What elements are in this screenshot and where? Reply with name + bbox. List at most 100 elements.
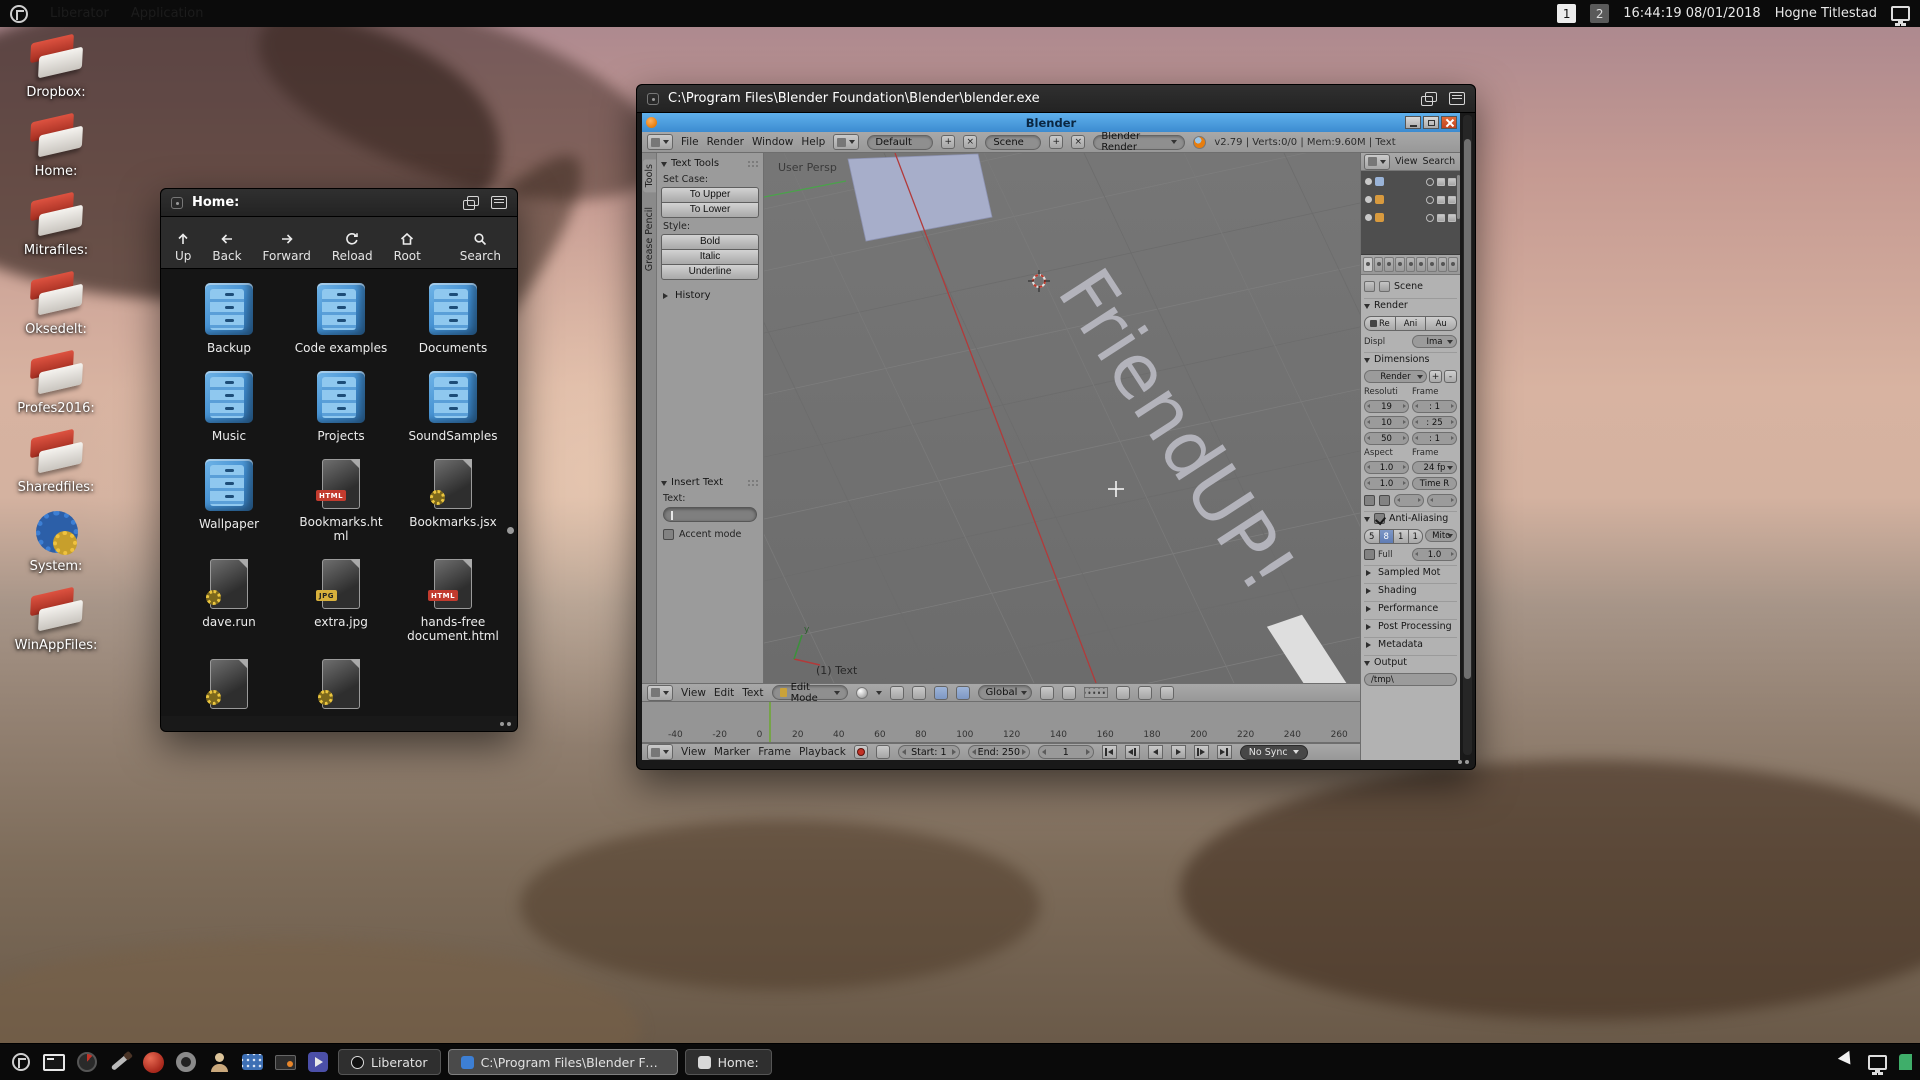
desktop-icon-mitrafiles[interactable]: Mitrafiles: xyxy=(8,194,104,258)
visibility-eye-icon[interactable] xyxy=(1426,196,1434,204)
shade-icon[interactable] xyxy=(491,196,507,209)
frame-start-field[interactable]: Start:1 xyxy=(898,745,960,759)
aa-samples-5-button[interactable]: 5 xyxy=(1364,529,1380,544)
full-sample-checkbox[interactable] xyxy=(1364,549,1375,560)
tab-material-icon[interactable] xyxy=(1427,257,1437,272)
list-item[interactable]: Code examples xyxy=(285,283,397,355)
list-item[interactable]: SoundSamples xyxy=(397,371,509,443)
menu-application[interactable]: Application xyxy=(131,6,204,21)
border-checkbox[interactable] xyxy=(1364,495,1375,506)
renderable-icon[interactable] xyxy=(1448,178,1456,186)
root-button[interactable]: Root xyxy=(394,231,421,263)
tab-tools[interactable]: Tools xyxy=(643,159,656,192)
back-button[interactable]: Back xyxy=(212,231,241,263)
menu-render[interactable]: Render xyxy=(707,136,744,148)
list-item[interactable]: dave.run xyxy=(173,559,285,643)
desktop-icon-profes2016[interactable]: Profes2016: xyxy=(8,352,104,416)
tab-scene-icon[interactable] xyxy=(1374,257,1384,272)
workspace-1-button[interactable]: 1 xyxy=(1557,4,1576,23)
menu-playback[interactable]: Playback xyxy=(799,746,846,758)
resolution-pct-field[interactable]: 50 xyxy=(1364,432,1409,445)
restore-icon[interactable] xyxy=(1421,92,1437,106)
visibility-eye-icon[interactable] xyxy=(1426,214,1434,222)
remove-preset-button[interactable]: - xyxy=(1444,370,1457,383)
insert-text-panel-header[interactable]: Insert Text xyxy=(661,475,759,490)
viewport-shading-icon[interactable] xyxy=(856,687,868,699)
red-app-icon[interactable] xyxy=(140,1049,166,1075)
workspace-2-button[interactable]: 2 xyxy=(1590,4,1609,23)
outliner-tree[interactable] xyxy=(1361,171,1460,255)
list-item[interactable]: Music xyxy=(173,371,285,443)
history-panel-header[interactable]: History xyxy=(661,288,759,303)
tab-world-icon[interactable] xyxy=(1384,257,1394,272)
file-manager-titlebar[interactable]: Home: xyxy=(161,189,517,217)
wine-titlebar[interactable]: Blender xyxy=(642,113,1460,132)
paint-brush-icon[interactable] xyxy=(107,1049,133,1075)
menu-marker[interactable]: Marker xyxy=(714,746,750,758)
window-scrollbar[interactable] xyxy=(1463,115,1472,755)
pointer-icon[interactable] xyxy=(1838,1050,1860,1074)
pivot-align-icon[interactable] xyxy=(912,686,926,700)
contacts-icon[interactable] xyxy=(206,1049,232,1075)
jump-end-button[interactable] xyxy=(1217,745,1232,759)
prev-keyframe-button[interactable] xyxy=(1125,745,1140,759)
panel-grip-icon[interactable] xyxy=(747,479,759,487)
render-preview-icon[interactable] xyxy=(1138,686,1152,700)
forward-button[interactable]: Forward xyxy=(263,231,311,263)
output-path-field[interactable]: /tmp\ xyxy=(1364,673,1457,686)
tab-render-icon[interactable] xyxy=(1363,257,1373,272)
visibility-eye-icon[interactable] xyxy=(1426,178,1434,186)
aspect-x-field[interactable]: 1.0 xyxy=(1364,461,1409,474)
add-scene-button[interactable]: + xyxy=(1049,135,1063,149)
task-blender[interactable]: C:\Program Files\Blender Founda... xyxy=(448,1049,678,1075)
scrollbar-thumb[interactable] xyxy=(1464,139,1471,679)
minimize-button[interactable] xyxy=(1405,116,1421,129)
clock-app-icon[interactable] xyxy=(74,1049,100,1075)
search-button[interactable]: Search xyxy=(460,231,501,263)
tab-data-icon[interactable] xyxy=(1416,257,1426,272)
aa-filter-dropdown[interactable]: Mitc xyxy=(1425,529,1457,542)
list-item[interactable]: Wallpaper xyxy=(173,459,285,543)
menu-window[interactable]: Window xyxy=(752,136,793,148)
close-button[interactable] xyxy=(1441,116,1457,129)
frame-end-field[interactable]: : 25 xyxy=(1412,416,1457,429)
remap-old-field[interactable] xyxy=(1394,494,1424,507)
selectable-icon[interactable] xyxy=(1437,214,1445,222)
to-upper-button[interactable]: To Upper xyxy=(661,187,759,203)
magnet-snap-icon[interactable] xyxy=(1040,686,1054,700)
text-object[interactable]: FriendUP! xyxy=(1041,254,1360,683)
to-lower-button[interactable]: To Lower xyxy=(661,202,759,218)
editor-type-icon[interactable] xyxy=(647,134,673,150)
list-item[interactable]: Projects xyxy=(285,371,397,443)
disc-app-icon[interactable] xyxy=(173,1049,199,1075)
menu-edit[interactable]: Edit xyxy=(714,687,734,699)
desktop-icon-oksedelt[interactable]: Oksedelt: xyxy=(8,273,104,337)
scrollbar-thumb[interactable] xyxy=(507,527,514,534)
maximize-button[interactable] xyxy=(1423,116,1439,129)
next-keyframe-button[interactable] xyxy=(1194,745,1209,759)
menu-view[interactable]: View xyxy=(1395,156,1418,167)
window-menu-icon[interactable] xyxy=(647,93,659,105)
resolution-x-field[interactable]: 19 xyxy=(1364,400,1409,413)
terminal-icon[interactable] xyxy=(41,1049,67,1075)
desktop-icon-home[interactable]: Home: xyxy=(8,115,104,179)
screenshot-icon[interactable] xyxy=(272,1049,298,1075)
sampled-motion-panel-header[interactable]: Sampled Mot xyxy=(1364,565,1457,579)
current-frame-field[interactable]: 1 xyxy=(1038,745,1094,759)
calculator-icon[interactable] xyxy=(239,1049,265,1075)
manipulator-translate-icon[interactable] xyxy=(934,686,948,700)
scrollbar-thumb[interactable] xyxy=(1457,175,1460,219)
antialiasing-panel-header[interactable]: Anti-Aliasing xyxy=(1364,511,1457,525)
tab-constraints-icon[interactable] xyxy=(1406,257,1416,272)
manipulator-rotate-icon[interactable] xyxy=(956,686,970,700)
media-app-icon[interactable] xyxy=(305,1049,331,1075)
resize-grip[interactable] xyxy=(497,721,511,727)
frame-start-field[interactable]: : 1 xyxy=(1412,400,1457,413)
record-button[interactable] xyxy=(854,745,868,759)
tab-texture-icon[interactable] xyxy=(1438,257,1448,272)
up-button[interactable]: Up xyxy=(175,231,191,263)
outliner-row[interactable] xyxy=(1363,174,1458,189)
friend-logo-icon[interactable] xyxy=(10,5,28,23)
editor-type-icon[interactable] xyxy=(647,744,673,760)
lock-icon[interactable] xyxy=(1116,686,1130,700)
